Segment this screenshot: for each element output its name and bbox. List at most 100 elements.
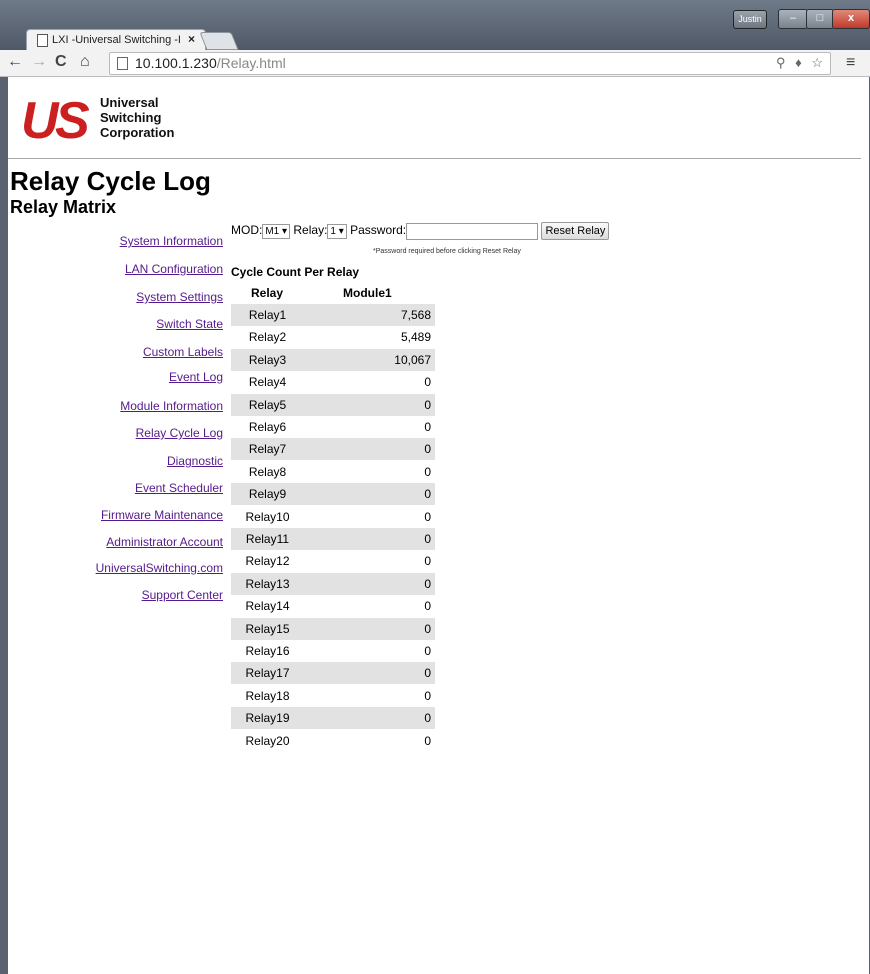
relay-controls: MOD: M1 ▾ Relay: 1 ▾ Password: Reset Relay (231, 222, 610, 240)
relay-name-cell: Relay5 (231, 393, 304, 416)
cycle-count-cell: 0 (304, 528, 435, 550)
table-row: Relay7 0 (231, 438, 435, 461)
nav-link-relay-cycle-log[interactable]: Relay Cycle Log (136, 426, 223, 440)
cycle-count-cell: 0 (304, 438, 435, 461)
nav-link-universalswitching-com[interactable]: UniversalSwitching.com (96, 561, 223, 575)
mod-select[interactable]: M1 ▾ (262, 223, 291, 239)
column-header-module1: Module1 (343, 286, 392, 300)
nav-link-event-log[interactable]: Event Log (169, 370, 223, 384)
window-titlebar: LXI -Universal Switching -I × Justin – □… (0, 0, 870, 51)
password-input[interactable] (406, 222, 539, 240)
cycle-count-cell: 0 (424, 375, 431, 390)
logo-company-name: Universal Switching Corporation (100, 95, 175, 140)
relay-name-cell: Relay13 (231, 572, 304, 595)
tab-title: LXI -Universal Switching -I (52, 34, 181, 46)
minimize-button[interactable]: – (778, 9, 808, 29)
company-logo[interactable]: U S Universal Switching Corporation (19, 95, 179, 150)
cycle-count-cell: 0 (424, 554, 431, 569)
forward-arrow-icon[interactable]: → (31, 53, 47, 71)
table-row: Relay15 0 (231, 617, 435, 640)
relay-name-cell: Relay20 (245, 733, 290, 748)
table-row: Relay5 0 (231, 393, 435, 416)
nav-link-module-information[interactable]: Module Information (120, 399, 223, 413)
browser-tab[interactable]: LXI -Universal Switching -I × (26, 29, 206, 51)
cycle-count-cell: 0 (304, 707, 435, 730)
relay-name-cell: Relay18 (245, 688, 290, 703)
header-divider (8, 158, 861, 159)
cycle-count-cell: 0 (424, 644, 431, 658)
relay-name-cell: Relay7 (231, 438, 304, 461)
password-note: *Password required before clicking Reset… (373, 248, 521, 255)
reset-relay-button[interactable]: Reset Relay (541, 222, 610, 240)
relay-name-cell: Relay4 (248, 375, 287, 390)
cycle-count-cell: 0 (304, 617, 435, 640)
cycle-count-cell: 0 (424, 733, 431, 748)
nav-link-firmware-maintenance[interactable]: Firmware Maintenance (101, 508, 223, 522)
cycle-count-cell: 0 (424, 688, 431, 703)
table-row: Relay10 0 (231, 506, 435, 528)
table-row: Relay4 0 (231, 371, 435, 393)
relay-label: Relay: (293, 223, 328, 238)
relay-name-cell: Relay10 (245, 509, 290, 524)
close-window-button[interactable]: x (832, 9, 870, 29)
cycle-count-cell: 0 (424, 509, 431, 524)
page-viewport (8, 77, 869, 974)
table-row: Relay8 0 (231, 461, 435, 483)
table-row: Relay2 5,489 (231, 326, 435, 348)
table-row: Relay13 0 (231, 572, 435, 595)
relay-name-cell: Relay14 (245, 599, 290, 614)
nav-link-administrator-account[interactable]: Administrator Account (106, 535, 223, 549)
user-profile-button[interactable]: Justin (733, 10, 767, 29)
nav-link-custom-labels[interactable]: Custom Labels (143, 345, 223, 359)
nav-link-system-settings[interactable]: System Settings (136, 290, 223, 304)
back-arrow-icon[interactable]: ← (7, 53, 23, 71)
cycle-count-cell: 0 (304, 483, 435, 506)
relay-name-cell: Relay1 (231, 304, 304, 326)
table-row: Relay18 0 (231, 685, 435, 707)
tab-close-icon[interactable]: × (188, 32, 195, 46)
nav-link-lan-configuration[interactable]: LAN Configuration (125, 262, 223, 276)
relay-name-cell: Relay11 (231, 528, 304, 550)
page-subtitle: Relay Matrix (10, 197, 117, 217)
maximize-button[interactable]: □ (806, 9, 834, 29)
table-row: Relay17 0 (231, 662, 435, 685)
table-row: Relay6 0 (231, 416, 435, 438)
relay-name-cell: Relay9 (231, 483, 304, 506)
relay-name-cell: Relay15 (231, 617, 304, 640)
nav-link-switch-state[interactable]: Switch State (156, 317, 223, 331)
page-title: Relay Cycle Log (10, 166, 211, 196)
table-row: Relay20 0 (231, 730, 435, 752)
address-bar[interactable]: 10.100.1.230/Relay.html ⚲ ♦ ☆ (109, 52, 831, 75)
cycle-count-cell: 0 (304, 572, 435, 595)
relay-name-cell: Relay12 (245, 554, 290, 569)
menu-icon[interactable]: ≡ (846, 54, 855, 72)
url-text: 10.100.1.230/Relay.html (135, 55, 286, 71)
relay-select[interactable]: 1 ▾ (327, 223, 347, 239)
reload-icon[interactable]: C (55, 53, 67, 71)
omnibox-icons[interactable]: ⚲ ♦ ☆ (776, 55, 826, 71)
cycle-count-cell: 0 (424, 599, 431, 614)
relay-name-cell: Relay16 (245, 644, 290, 658)
cycle-count-cell: 0 (424, 464, 431, 479)
browser-toolbar: ← → C ⌂ 10.100.1.230/Relay.html ⚲ ♦ ☆ ≡ (0, 50, 870, 77)
nav-link-event-scheduler[interactable]: Event Scheduler (135, 481, 223, 495)
new-tab-button[interactable] (199, 32, 239, 50)
logo-letter-s: S (55, 92, 90, 150)
cycle-count-cell: 10,067 (304, 348, 435, 371)
relay-name-cell: Relay6 (248, 420, 287, 434)
table-row: Relay3 10,067 (231, 348, 435, 371)
page-icon (117, 57, 128, 70)
password-label: Password: (350, 223, 407, 238)
relay-name-cell: Relay3 (231, 348, 304, 371)
nav-link-system-information[interactable]: System Information (120, 234, 223, 248)
table-row: Relay12 0 (231, 550, 435, 572)
logo-letter-u: U (21, 92, 59, 150)
nav-link-support-center[interactable]: Support Center (142, 588, 223, 602)
table-row: Relay11 0 (231, 528, 435, 550)
home-icon[interactable]: ⌂ (80, 53, 90, 71)
cycle-count-cell: 5,489 (400, 330, 431, 345)
cycle-count-cell: 0 (424, 420, 431, 434)
table-row: Relay16 0 (231, 640, 435, 662)
mod-label: MOD: (231, 223, 263, 238)
nav-link-diagnostic[interactable]: Diagnostic (167, 454, 223, 468)
